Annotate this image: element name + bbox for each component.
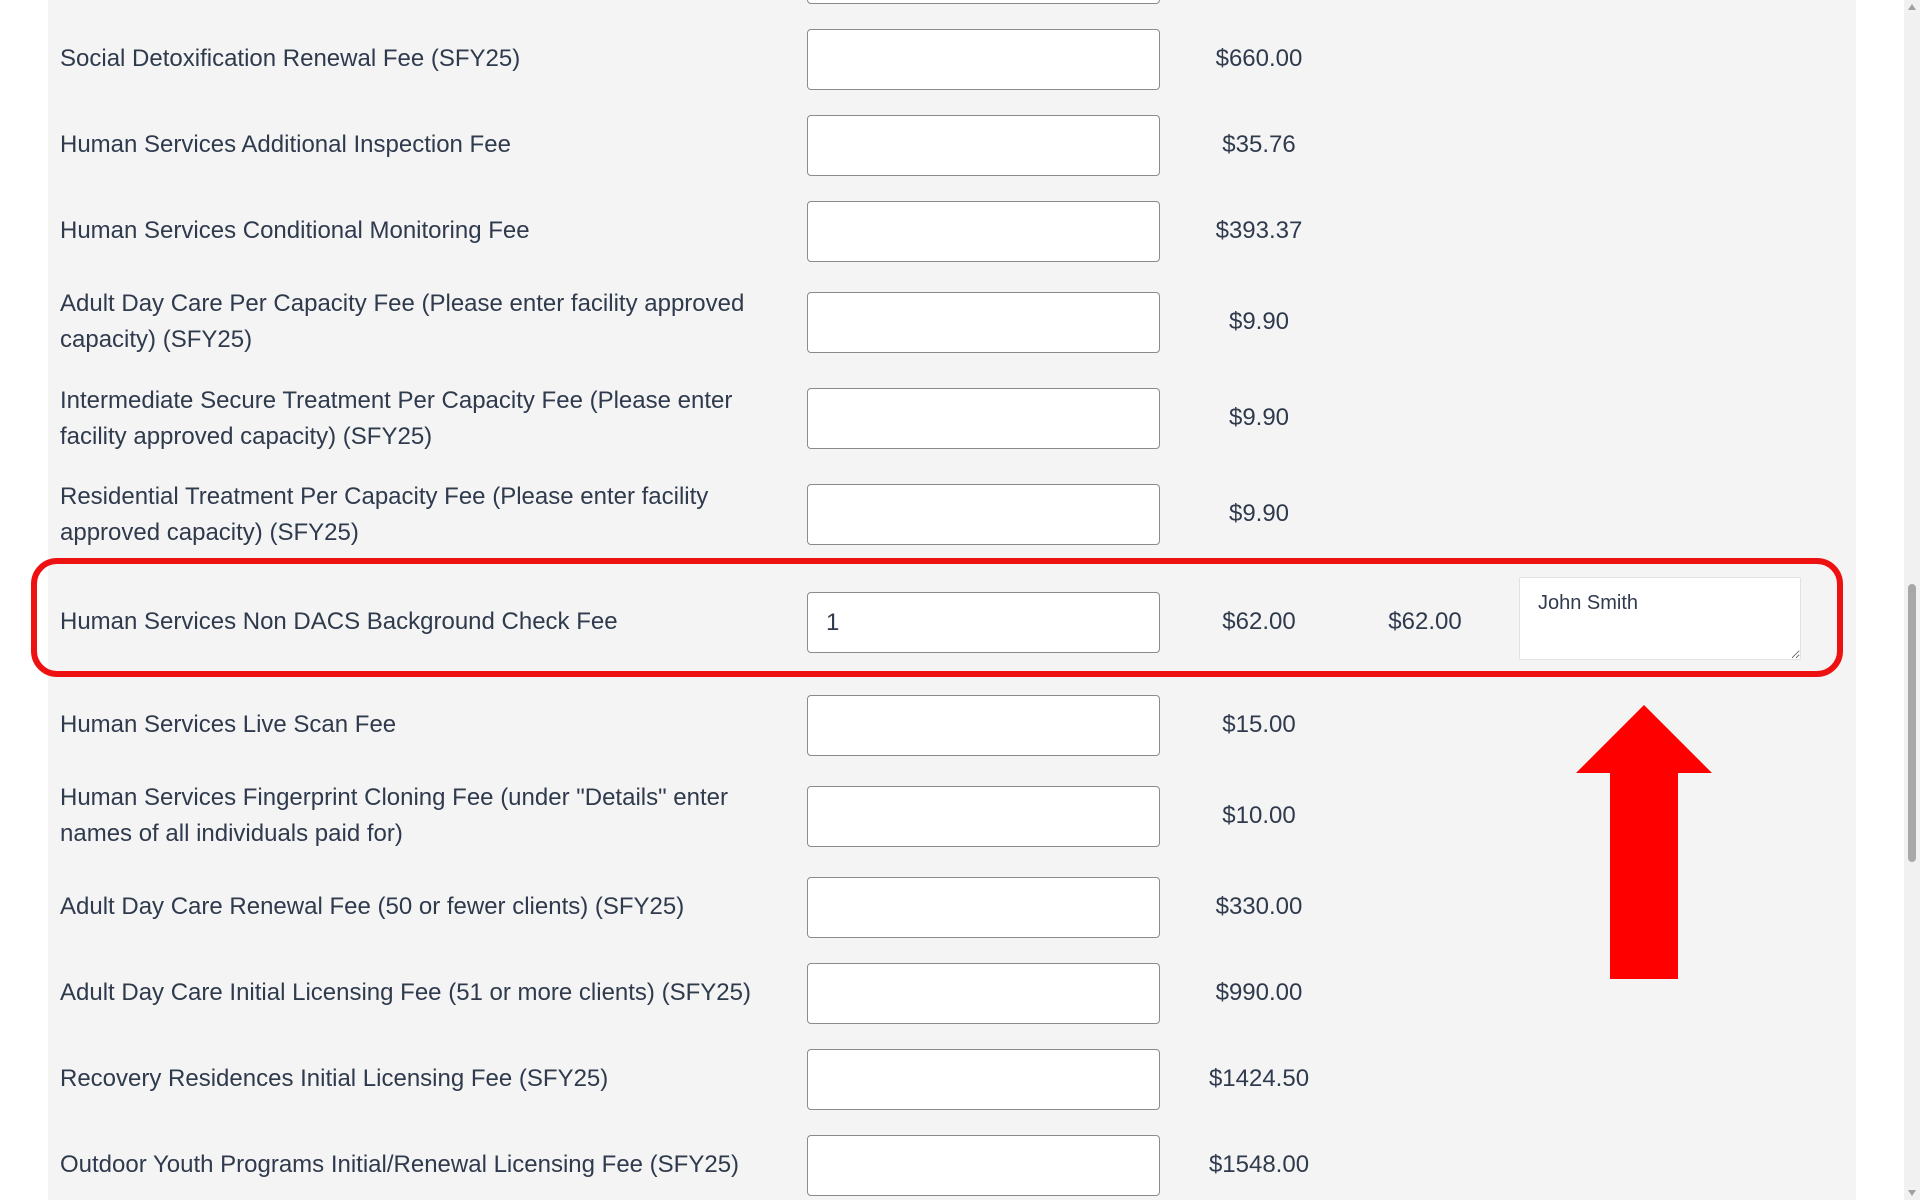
fee-quantity-input[interactable] — [807, 877, 1160, 938]
fee-quantity-input[interactable] — [807, 388, 1160, 449]
fee-unit-price: $15.00 — [1222, 711, 1296, 738]
fee-quantity-input[interactable] — [807, 963, 1160, 1024]
fee-row-label: Human Services Additional Inspection Fee — [60, 131, 511, 158]
fee-unit-price: $9.90 — [1228, 500, 1290, 527]
fee-quantity-input[interactable] — [807, 201, 1160, 262]
fee-row-label: Human Services Conditional Monitoring Fe… — [60, 217, 530, 244]
fee-row-label: Adult Day Care Renewal Fee (50 or fewer … — [60, 893, 685, 920]
fee-row-label: Adult Day Care Initial Licensing Fee (51… — [60, 979, 751, 1006]
fee-quantity-input[interactable] — [807, 1049, 1160, 1110]
scrollbar-thumb[interactable] — [1908, 584, 1916, 862]
fee-unit-price: $9.90 — [1228, 308, 1290, 335]
fee-quantity-input[interactable] — [807, 484, 1160, 545]
fee-quantity-input[interactable] — [807, 786, 1160, 847]
fee-row-label: Human Services Live Scan Fee — [60, 711, 397, 738]
fee-unit-price: $1424.50 — [1208, 1065, 1310, 1092]
fee-row-label: Recovery Residences Initial Licensing Fe… — [60, 1065, 609, 1092]
up-arrow-icon — [1576, 705, 1712, 979]
fee-unit-price: $990.00 — [1215, 979, 1303, 1006]
fee-quantity-input[interactable] — [807, 1135, 1160, 1196]
fee-unit-price: $9.90 — [1228, 404, 1290, 431]
fee-quantity-input[interactable] — [807, 29, 1160, 90]
fee-unit-price: $35.76 — [1222, 131, 1296, 158]
fee-unit-price: $330.00 — [1215, 893, 1303, 920]
fee-row-label: Intermediate Secure Treatment Per Capaci… — [60, 387, 733, 450]
fee-quantity-input[interactable] — [807, 115, 1160, 176]
fee-row-label: Human Services Fingerprint Cloning Fee (… — [60, 784, 729, 847]
vertical-scrollbar[interactable] — [1904, 0, 1920, 1200]
fee-unit-price: $660.00 — [1215, 45, 1303, 72]
fee-quantity-input[interactable] — [807, 292, 1160, 353]
fee-quantity-input[interactable] — [807, 695, 1160, 756]
fee-unit-price: $1548.00 — [1208, 1151, 1310, 1178]
highlight-annotation-box — [31, 558, 1843, 677]
fee-row-label: Adult Day Care Per Capacity Fee (Please … — [60, 290, 745, 353]
scroll-down-icon[interactable] — [1907, 1188, 1917, 1198]
fee-row-label: Outdoor Youth Programs Initial/Renewal L… — [60, 1151, 740, 1178]
previous-quantity-input[interactable] — [807, 0, 1160, 4]
fee-unit-price: $10.00 — [1222, 802, 1296, 829]
fee-row-label: Social Detoxification Renewal Fee (SFY25… — [60, 45, 521, 72]
page: Social Detoxification Renewal Fee (SFY25… — [0, 0, 1920, 1200]
fee-row-label: Residential Treatment Per Capacity Fee (… — [60, 483, 709, 546]
fee-unit-price: $393.37 — [1215, 217, 1303, 244]
scroll-up-icon[interactable] — [1907, 2, 1917, 12]
